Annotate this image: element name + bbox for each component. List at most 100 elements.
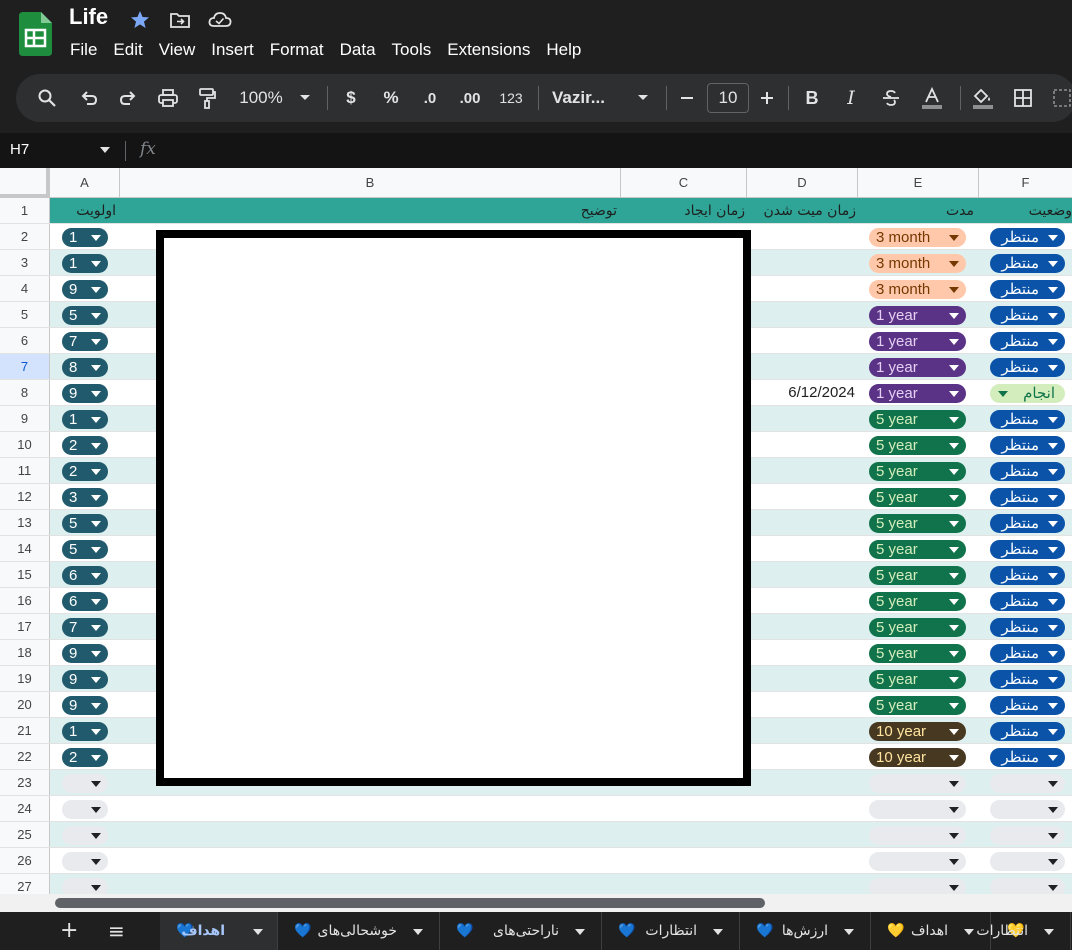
priority-chip[interactable]: 9 <box>62 280 108 299</box>
chevron-down-icon[interactable] <box>253 929 263 935</box>
row-header[interactable]: 22 <box>0 744 50 769</box>
menu-view[interactable]: View <box>151 38 204 62</box>
row-header[interactable]: 13 <box>0 510 50 535</box>
status-chip[interactable]: منتظر <box>990 332 1065 351</box>
zoom-select[interactable]: 100% <box>234 74 288 122</box>
priority-chip[interactable]: 9 <box>62 696 108 715</box>
decrease-decimal-button[interactable]: .0 <box>417 74 443 122</box>
status-chip[interactable]: منتظر <box>990 592 1065 611</box>
duration-chip[interactable]: 5 year <box>869 410 966 429</box>
status-chip[interactable] <box>990 800 1065 819</box>
chevron-down-icon[interactable] <box>713 929 723 935</box>
priority-chip[interactable]: 1 <box>62 722 108 741</box>
fill-color-icon[interactable] <box>969 74 997 122</box>
duration-chip[interactable]: 1 year <box>869 332 966 351</box>
duration-chip[interactable]: 5 year <box>869 644 966 663</box>
decrease-font-size-icon[interactable] <box>675 74 699 122</box>
bold-icon[interactable]: B <box>800 74 824 122</box>
row-header[interactable]: 8 <box>0 380 50 405</box>
duration-chip[interactable] <box>869 852 966 871</box>
duration-chip[interactable]: 1 year <box>869 384 966 403</box>
font-select[interactable]: Vazir... <box>552 74 622 122</box>
text-color-icon[interactable] <box>918 74 946 122</box>
currency-format-button[interactable]: $ <box>341 74 361 122</box>
sheet-tab[interactable]: 💙 ارزش‌ها <box>740 912 871 950</box>
print-icon[interactable] <box>155 74 181 122</box>
column-header-c[interactable]: C <box>621 168 747 198</box>
status-chip[interactable] <box>990 852 1065 871</box>
chevron-down-icon[interactable] <box>964 929 974 935</box>
priority-chip[interactable] <box>62 826 108 845</box>
italic-icon[interactable]: I <box>839 74 863 122</box>
chevron-down-icon[interactable] <box>1044 929 1054 935</box>
row-header[interactable]: 9 <box>0 406 50 431</box>
status-chip[interactable] <box>990 774 1065 793</box>
menu-file[interactable]: File <box>62 38 105 62</box>
row-header[interactable]: 25 <box>0 822 50 847</box>
row-header[interactable]: 23 <box>0 770 50 795</box>
status-chip[interactable]: منتظر <box>990 540 1065 559</box>
increase-decimal-button[interactable]: .00 <box>456 74 484 122</box>
status-chip[interactable]: منتظر <box>990 696 1065 715</box>
strikethrough-icon[interactable] <box>878 74 904 122</box>
status-chip[interactable]: منتظر <box>990 306 1065 325</box>
status-chip[interactable]: منتظر <box>990 462 1065 481</box>
status-chip[interactable]: منتظر <box>990 514 1065 533</box>
priority-chip[interactable]: 7 <box>62 332 108 351</box>
zoom-dropdown-icon[interactable] <box>296 74 314 122</box>
row-header[interactable]: 26 <box>0 848 50 873</box>
font-dropdown-icon[interactable] <box>634 74 652 122</box>
status-chip[interactable]: منتظر <box>990 748 1065 767</box>
menu-edit[interactable]: Edit <box>105 38 150 62</box>
priority-chip[interactable]: 3 <box>62 488 108 507</box>
scrollbar-thumb[interactable] <box>55 898 765 908</box>
row-header[interactable]: 11 <box>0 458 50 483</box>
priority-chip[interactable]: 2 <box>62 436 108 455</box>
duration-chip[interactable]: 5 year <box>869 566 966 585</box>
duration-chip[interactable]: 1 year <box>869 358 966 377</box>
priority-chip[interactable]: 9 <box>62 384 108 403</box>
row-header[interactable]: 12 <box>0 484 50 509</box>
status-chip[interactable]: منتظر <box>990 228 1065 247</box>
select-all-corner[interactable] <box>0 168 50 198</box>
priority-chip[interactable]: 5 <box>62 514 108 533</box>
sheet-grid[interactable]: A B C D E F 1 اولویت توضیح زمان ایجاد زم… <box>0 168 1072 912</box>
row-header[interactable]: 3 <box>0 250 50 275</box>
duration-chip[interactable]: 5 year <box>869 670 966 689</box>
row-header[interactable]: 21 <box>0 718 50 743</box>
column-header-f[interactable]: F <box>979 168 1072 198</box>
sheet-tab[interactable]: 💙 انتظارات <box>602 912 740 950</box>
duration-chip[interactable]: 1 year <box>869 306 966 325</box>
document-title[interactable]: Life <box>69 4 108 30</box>
sheets-logo-icon[interactable] <box>19 12 52 56</box>
row-header[interactable]: 4 <box>0 276 50 301</box>
menu-insert[interactable]: Insert <box>203 38 262 62</box>
priority-chip[interactable]: 1 <box>62 254 108 273</box>
redo-icon[interactable] <box>115 74 141 122</box>
priority-chip[interactable]: 9 <box>62 670 108 689</box>
status-chip[interactable]: منتظر <box>990 566 1065 585</box>
duration-chip[interactable]: 5 year <box>869 488 966 507</box>
priority-chip[interactable] <box>62 852 108 871</box>
status-chip[interactable]: منتظر <box>990 436 1065 455</box>
priority-chip[interactable]: 5 <box>62 306 108 325</box>
duration-chip[interactable]: 5 year <box>869 592 966 611</box>
status-chip[interactable]: منتظر <box>990 722 1065 741</box>
row-header[interactable]: 1 <box>0 198 50 223</box>
add-sheet-icon[interactable]: + <box>60 920 78 942</box>
status-chip[interactable]: منتظر <box>990 410 1065 429</box>
duration-chip[interactable]: 5 year <box>869 462 966 481</box>
row-header[interactable]: 19 <box>0 666 50 691</box>
status-chip[interactable]: منتظر <box>990 644 1065 663</box>
row-header[interactable]: 14 <box>0 536 50 561</box>
duration-chip[interactable]: 10 year <box>869 748 966 767</box>
column-header-a[interactable]: A <box>50 168 120 198</box>
duration-chip[interactable]: 5 year <box>869 540 966 559</box>
priority-chip[interactable]: 6 <box>62 592 108 611</box>
sheet-tab[interactable]: 💙 خوشحالی‌های <box>278 912 440 950</box>
name-box-dropdown-icon[interactable] <box>100 147 110 153</box>
number-format-button[interactable]: 123 <box>497 74 525 122</box>
duration-chip[interactable]: 3 month <box>869 228 966 247</box>
font-size-input[interactable]: 10 <box>707 83 749 113</box>
merge-cells-icon[interactable] <box>1052 74 1072 122</box>
